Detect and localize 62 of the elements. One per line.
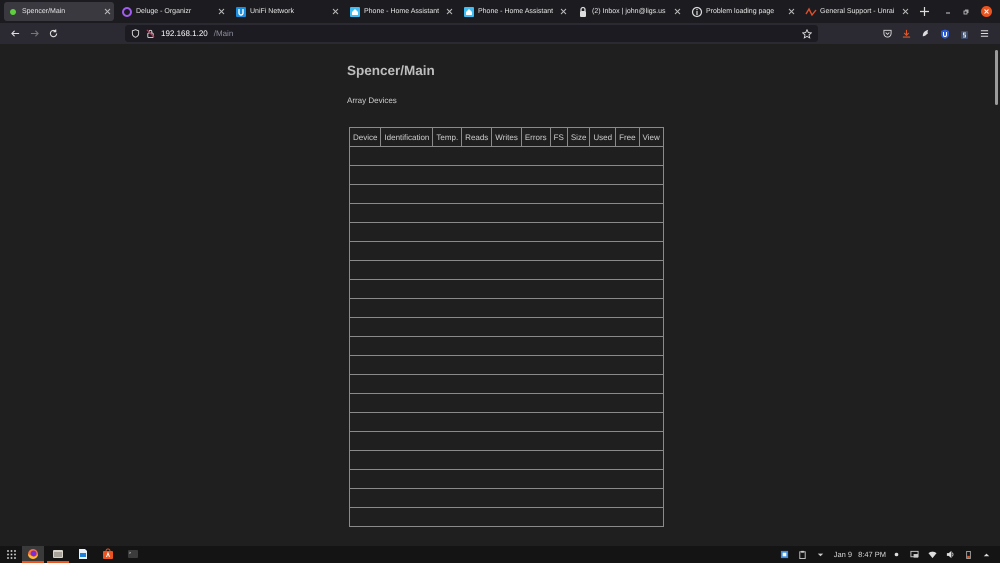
notification-dot-icon [892,550,901,559]
terminal-icon [127,548,139,560]
close-tab-icon[interactable] [218,8,225,15]
close-tab-icon[interactable] [788,8,795,15]
volume-icon[interactable] [946,550,955,559]
taskbar-app-button[interactable] [22,546,44,563]
screen-share-icon[interactable] [910,550,919,559]
wifi-icon[interactable] [928,550,937,559]
download-icon[interactable] [902,29,911,38]
column-header: View [639,128,664,146]
insecure-lock-icon [146,29,155,38]
close-tab-icon[interactable] [674,8,681,15]
new-tab-icon[interactable] [920,7,929,16]
address-field[interactable]: 192.168.1.20 /Main [125,25,818,42]
back-arrow-icon[interactable] [11,29,20,38]
column-header: Device [350,128,381,146]
close-tab-icon[interactable] [446,8,453,15]
document-icon [77,548,89,560]
close-icon [984,9,989,14]
close-window-button[interactable] [981,6,992,17]
column-header: FS [550,128,568,146]
folder-icon [52,548,64,560]
house-icon [463,6,475,18]
unifi-icon [235,6,247,18]
clipboard-icon[interactable] [798,550,807,559]
url-path: /Main [214,29,234,38]
column-header: Identification [380,128,433,146]
column-header: Size [567,128,590,146]
shopping-bag-icon [102,548,114,560]
page-title: Spencer/Main [347,63,435,79]
close-tab-icon[interactable] [902,8,909,15]
shield-icon [131,29,140,38]
shield-extension-icon[interactable] [940,28,950,38]
close-tab-icon[interactable] [560,8,567,15]
info-icon [691,6,703,18]
column-header: Errors [521,128,550,146]
menu-icon[interactable] [980,29,989,38]
s-extension-icon[interactable] [960,28,970,38]
scrollbar-thumb[interactable] [995,50,998,105]
bird-extension-icon[interactable] [921,29,930,38]
reload-icon[interactable] [49,29,58,38]
close-tab-icon[interactable] [332,8,339,15]
firefox-icon [27,548,39,560]
section-heading: Array Devices [347,96,397,106]
column-header: Reads [462,128,492,146]
column-header: Temp. [432,128,462,146]
close-tab-icon[interactable] [104,8,111,15]
forward-arrow-icon[interactable] [30,29,39,38]
app-grid-icon[interactable] [7,550,16,559]
square-tray-icon[interactable] [780,550,789,559]
pocket-icon[interactable] [883,29,892,38]
wave-icon [805,6,817,18]
column-header: Writes [492,128,522,146]
ring-icon [121,6,133,18]
house-icon [349,6,361,18]
battery-icon[interactable] [964,550,973,559]
lock-icon [577,6,589,18]
url-host: 192.168.1.20 [161,29,208,38]
column-header: Free [616,128,640,146]
column-header: Used [590,128,616,146]
restore-icon[interactable] [963,8,969,14]
bookmark-star-icon[interactable] [802,28,812,38]
